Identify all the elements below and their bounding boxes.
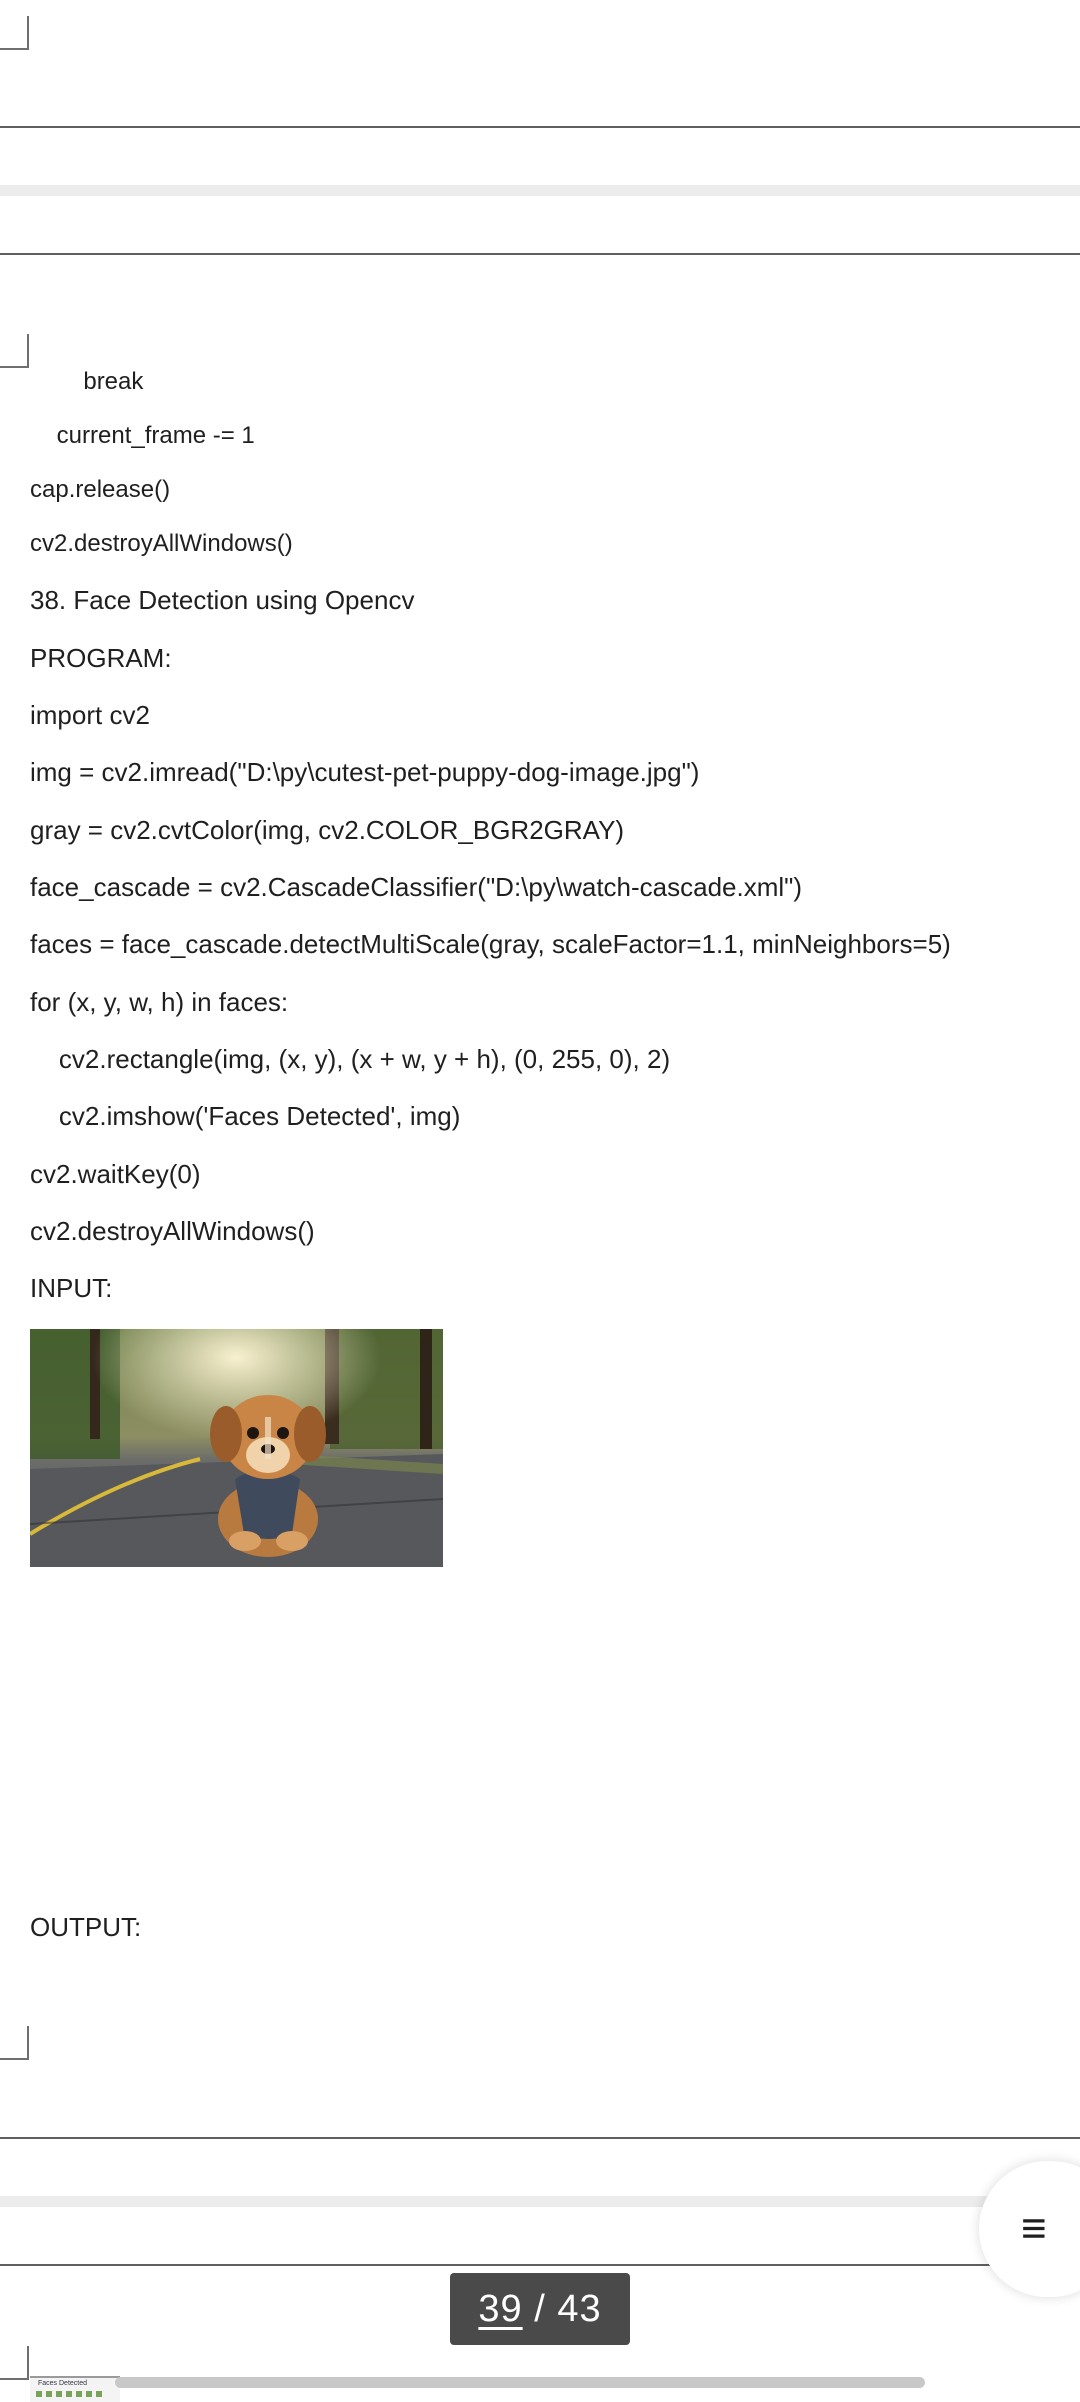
- menu-icon: ≡: [1021, 2204, 1047, 2253]
- page-corner-mark: [0, 334, 29, 368]
- preview-toolbar: [36, 2391, 106, 2397]
- current-page[interactable]: 39: [478, 2288, 522, 2331]
- input-label: INPUT:: [30, 1273, 113, 1303]
- page-indicator[interactable]: 39 / 43: [450, 2273, 630, 2345]
- code-line: cv2.destroyAllWindows(): [30, 1216, 315, 1246]
- preview-title: Faces Detected: [38, 2380, 88, 2387]
- code-line: cap.release(): [30, 476, 171, 503]
- code-line: cv2.destroyAllWindows(): [30, 530, 293, 557]
- page-separator: /: [522, 2287, 558, 2330]
- page-gap: [0, 2196, 1080, 2207]
- code-line: cv2.imshow('Faces Detected', img): [30, 1101, 461, 1131]
- puppy-photo: [30, 1329, 443, 1567]
- page-top-divider: [0, 253, 1080, 255]
- code-line: img = cv2.imread("D:\py\cutest-pet-puppy…: [30, 757, 700, 787]
- page-corner-mark: [0, 2026, 29, 2060]
- code-line: current_frame -= 1: [30, 422, 255, 449]
- page-corner-mark: [0, 16, 29, 50]
- page-bottom-divider: [0, 126, 1080, 128]
- code-line: import cv2: [30, 700, 150, 730]
- code-line: face_cascade = cv2.CascadeClassifier("D:…: [30, 872, 803, 902]
- code-line: break: [30, 368, 144, 395]
- code-line: faces = face_cascade.detectMultiScale(gr…: [30, 929, 951, 959]
- menu-button[interactable]: ≡: [979, 2161, 1080, 2297]
- total-pages: 43: [557, 2287, 602, 2330]
- page-corner-mark: [0, 2346, 29, 2380]
- output-window-preview: Faces Detected: [30, 2376, 120, 2402]
- code-line: for (x, y, w, h) in faces:: [30, 987, 289, 1017]
- page-top-divider: [0, 2264, 1080, 2266]
- output-label: OUTPUT:: [30, 1912, 142, 1942]
- code-line: cv2.rectangle(img, (x, y), (x + w, y + h…: [30, 1044, 671, 1074]
- program-label: PROGRAM:: [30, 643, 172, 673]
- page-gap: [0, 185, 1080, 196]
- code-line: gray = cv2.cvtColor(img, cv2.COLOR_BGR2G…: [30, 815, 625, 845]
- page-bottom-divider: [0, 2137, 1080, 2139]
- code-line: cv2.waitKey(0): [30, 1159, 201, 1189]
- section-heading: 38. Face Detection using Opencv: [30, 585, 415, 615]
- horizontal-scrollbar[interactable]: [115, 2377, 925, 2388]
